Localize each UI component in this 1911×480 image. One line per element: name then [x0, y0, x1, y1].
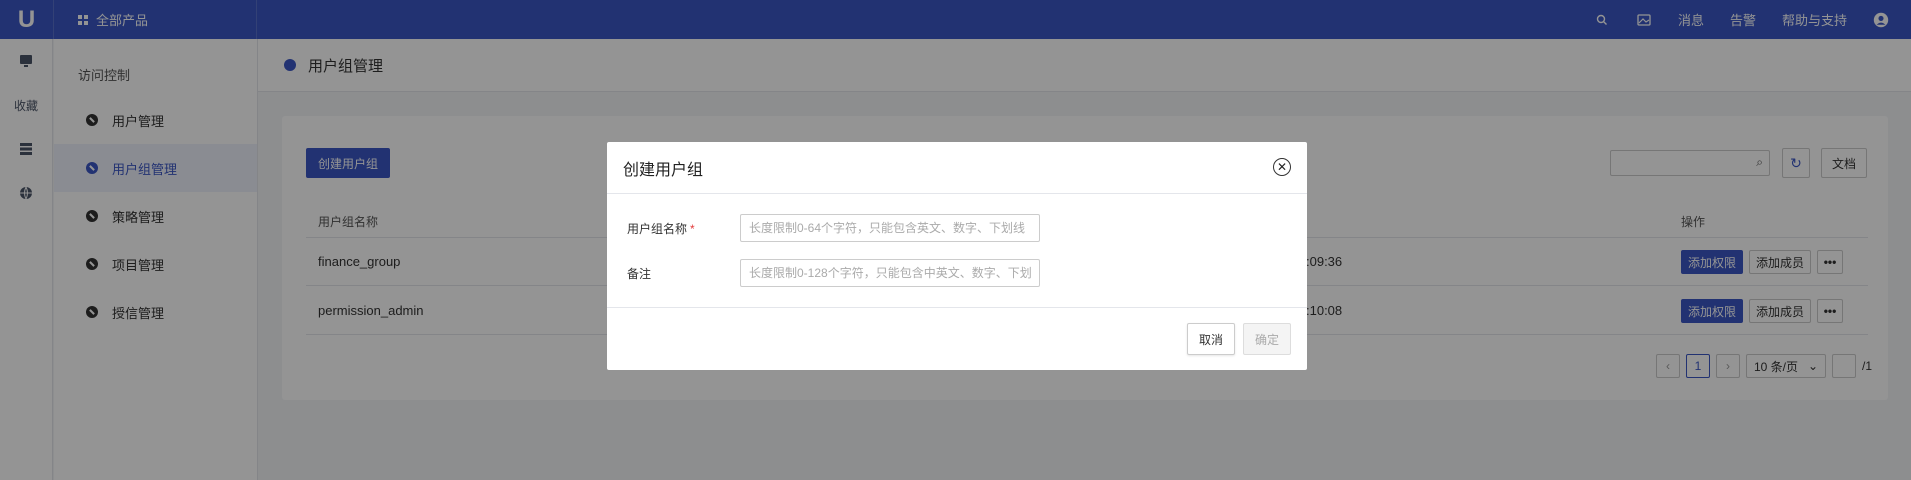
close-icon[interactable]: ✕	[1273, 158, 1291, 176]
remark-input[interactable]	[740, 259, 1040, 287]
required-marker: *	[690, 222, 695, 236]
dialog-title: 创建用户组	[623, 161, 704, 179]
dialog-header: 创建用户组 ✕	[607, 142, 1307, 194]
name-field-label: 用户组名称 *	[627, 222, 695, 236]
confirm-button[interactable]: 确定	[1243, 323, 1291, 355]
create-user-group-dialog: 创建用户组 ✕ 用户组名称* 备注 取消 确定	[607, 142, 1307, 370]
group-name-input[interactable]	[740, 214, 1040, 242]
cancel-button[interactable]: 取消	[1187, 323, 1235, 355]
remark-field-row: 备注	[627, 259, 1287, 287]
dialog-footer: 取消 确定	[607, 307, 1307, 370]
remark-field-label: 备注	[627, 267, 652, 281]
name-field-row: 用户组名称 *	[627, 214, 1287, 242]
